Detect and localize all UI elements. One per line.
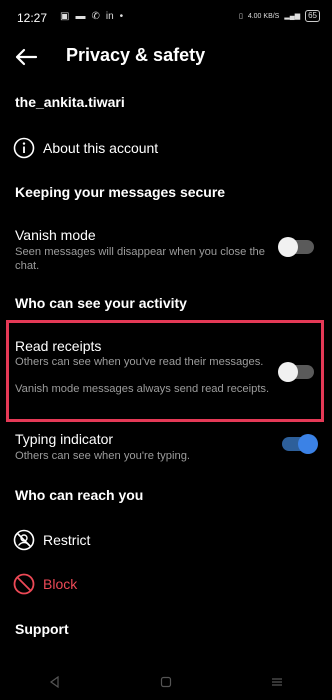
sim-icon: ▣ — [60, 11, 70, 22]
nav-home-icon[interactable] — [160, 676, 172, 688]
network-speed: 4.00 KB/S — [247, 12, 280, 20]
about-account-row[interactable]: About this account — [13, 136, 313, 160]
call-icon: ✆ — [91, 11, 100, 22]
vanish-mode-toggle[interactable] — [278, 237, 314, 257]
restrict-icon — [13, 529, 35, 551]
system-nav-bar — [0, 664, 332, 700]
block-icon — [13, 573, 35, 595]
restrict-label: Restrict — [43, 532, 91, 548]
toggle-knob — [298, 434, 318, 454]
linkedin-icon: in — [105, 11, 114, 22]
typing-indicator-title: Typing indicator — [15, 431, 114, 447]
status-system-icons: ▯ 4.00 KB/S ▂▄▆ 65 — [239, 10, 320, 22]
status-time: 12:27 — [17, 11, 48, 25]
toggle-knob — [278, 362, 298, 382]
status-notification-icons: ▣ ▬ ✆ in • — [60, 11, 123, 22]
signal-icon: ▂▄▆ — [284, 13, 301, 20]
section-heading-secure: Keeping your messages secure — [15, 184, 226, 200]
restrict-row[interactable]: Restrict — [13, 528, 313, 552]
block-label: Block — [43, 576, 78, 592]
section-heading-support: Support — [15, 621, 69, 637]
account-username: the_ankita.tiwari — [15, 94, 125, 110]
nav-back-icon[interactable] — [49, 676, 61, 688]
back-button[interactable] — [13, 44, 39, 70]
page-title: Privacy & safety — [66, 45, 206, 65]
read-receipts-desc: Others can see when you've read their me… — [15, 356, 264, 368]
arrow-left-icon — [15, 48, 38, 66]
block-row[interactable]: Block — [13, 572, 313, 596]
toggle-knob — [278, 237, 298, 257]
read-receipts-title: Read receipts — [15, 338, 102, 354]
section-heading-reach: Who can reach you — [15, 487, 144, 503]
typing-indicator-desc: Others can see when you're typing. — [15, 450, 191, 462]
highlight-box — [6, 320, 324, 422]
message-icon: ▬ — [75, 11, 86, 22]
vanish-mode-desc: Seen messages will disappear when you cl… — [15, 246, 265, 272]
info-icon — [13, 137, 35, 159]
battery-icon: 65 — [305, 10, 320, 22]
section-heading-activity: Who can see your activity — [15, 295, 187, 311]
vanish-mode-title: Vanish mode — [15, 227, 96, 243]
read-receipts-note: Vanish mode messages always send read re… — [15, 383, 270, 395]
read-receipts-toggle[interactable] — [278, 362, 314, 382]
about-account-label: About this account — [43, 140, 159, 156]
vibrate-icon: ▯ — [238, 13, 243, 20]
dot-icon: • — [119, 11, 124, 22]
nav-menu-icon[interactable] — [271, 676, 283, 688]
typing-indicator-toggle[interactable] — [282, 434, 318, 454]
